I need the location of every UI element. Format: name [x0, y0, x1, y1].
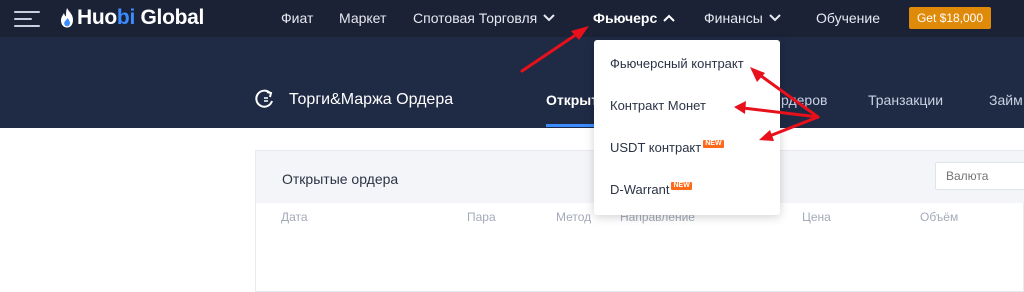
menu-item-label: Фьючерсный контракт — [610, 56, 744, 71]
panel-title: Открытые ордера — [282, 171, 399, 187]
menu-item-label: Контракт Монет — [610, 98, 706, 113]
tab-transactions[interactable]: Транзакции — [868, 92, 943, 108]
orders-subheader — [0, 37, 1024, 128]
new-badge: NEW — [703, 139, 724, 148]
nav-label: Фиат — [281, 10, 314, 26]
currency-search-input[interactable] — [935, 162, 1024, 190]
menu-item-d-warrant[interactable]: D-Warrant NEW — [610, 181, 692, 197]
hamburger-icon[interactable] — [14, 10, 40, 28]
refresh-orders-icon — [255, 89, 273, 108]
chevron-down-icon — [769, 14, 781, 22]
menu-item-coin-contract[interactable]: Контракт Монет — [610, 98, 706, 113]
page-title: Торги&Маржа Ордера — [289, 91, 454, 108]
chevron-down-icon — [543, 14, 555, 22]
column-header-date: Дата — [281, 210, 308, 224]
nav-item-finance[interactable]: Финансы — [704, 10, 781, 26]
futures-dropdown-menu: Фьючерсный контракт Контракт Монет USDT … — [594, 40, 780, 215]
nav-label: Маркет — [339, 10, 387, 26]
active-tab-indicator — [546, 124, 596, 127]
tab-open-orders[interactable]: Открыт — [546, 92, 598, 108]
nav-label: Обучение — [816, 10, 881, 26]
tab-order-history[interactable]: рдеров — [781, 92, 827, 108]
column-header-volume: Объём — [920, 210, 959, 224]
nav-item-market[interactable]: Маркет — [339, 10, 386, 26]
column-header-pair: Пара — [467, 210, 496, 224]
nav-item-education[interactable]: Обучение — [816, 10, 880, 26]
nav-label: Финансы — [704, 10, 763, 26]
nav-label: Фьючерс — [593, 10, 658, 26]
menu-item-label: USDT контракт — [610, 140, 702, 155]
nav-item-fiat[interactable]: Фиат — [281, 10, 313, 26]
menu-item-usdt-contract[interactable]: USDT контракт NEW — [610, 139, 724, 155]
nav-label: Спотовая Торговля — [413, 10, 538, 26]
promo-button[interactable]: Get $18,000 — [909, 7, 991, 29]
huobi-global-logo[interactable]: Huobi Global — [60, 6, 205, 29]
new-badge: NEW — [671, 181, 692, 190]
column-header-method: Метод — [556, 210, 592, 224]
column-header-price: Цена — [802, 210, 831, 224]
flame-logo-icon — [61, 8, 73, 28]
logo-text: Huobi Global — [77, 6, 205, 29]
menu-item-label: D-Warrant — [610, 182, 670, 197]
top-navigation-bar: Huobi Global Фиат Маркет Спотовая Торгов… — [0, 0, 1024, 37]
nav-item-futures[interactable]: Фьючерс — [593, 10, 675, 26]
chevron-up-icon — [663, 14, 675, 22]
menu-item-futures-contract[interactable]: Фьючерсный контракт — [610, 56, 744, 71]
nav-item-spot-trading[interactable]: Спотовая Торговля — [413, 10, 555, 26]
tab-loans[interactable]: Займ — [989, 92, 1023, 108]
